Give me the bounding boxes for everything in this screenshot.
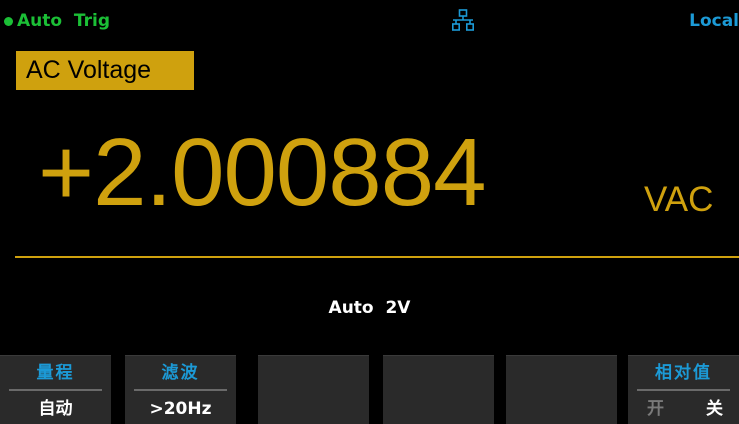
softkey-5-empty[interactable]	[506, 355, 617, 424]
relative-option-off: 关	[706, 399, 723, 419]
softkey-range-title: 量程	[36, 363, 75, 383]
dmm-screen: Auto Trig Local AC Voltage +2.000884 VAC…	[0, 0, 739, 424]
reading-divider	[15, 256, 739, 258]
softkey-relative[interactable]: 相对值 开 关	[628, 355, 739, 424]
softkey-separator	[9, 389, 102, 391]
relative-option-on: 开	[647, 399, 664, 419]
softkey-separator	[637, 389, 730, 391]
softkey-filter-title: 滤波	[161, 363, 200, 383]
softkey-relative-title: 相对值	[655, 363, 712, 383]
main-reading-value: +2.000884	[38, 119, 486, 226]
softkey-filter-value: >20Hz	[149, 399, 212, 419]
measurement-function-title: AC Voltage	[16, 51, 194, 90]
network-icon	[452, 9, 474, 31]
softkey-filter[interactable]: 滤波 >20Hz	[125, 355, 236, 424]
trigger-status-dot-icon	[4, 17, 13, 26]
softkey-4-empty[interactable]	[383, 355, 494, 424]
softkey-3-empty[interactable]	[258, 355, 369, 424]
status-bar: Auto Trig Local	[0, 0, 739, 44]
range-info-label: Auto 2V	[328, 298, 411, 318]
softkey-separator	[134, 389, 227, 391]
reading-unit-label: VAC	[644, 180, 714, 219]
softkey-range-value: 自动	[38, 399, 73, 419]
softkey-range[interactable]: 量程 自动	[0, 355, 111, 424]
remote-status-label: Local	[689, 11, 739, 31]
trigger-mode-label: Auto Trig	[17, 11, 111, 31]
